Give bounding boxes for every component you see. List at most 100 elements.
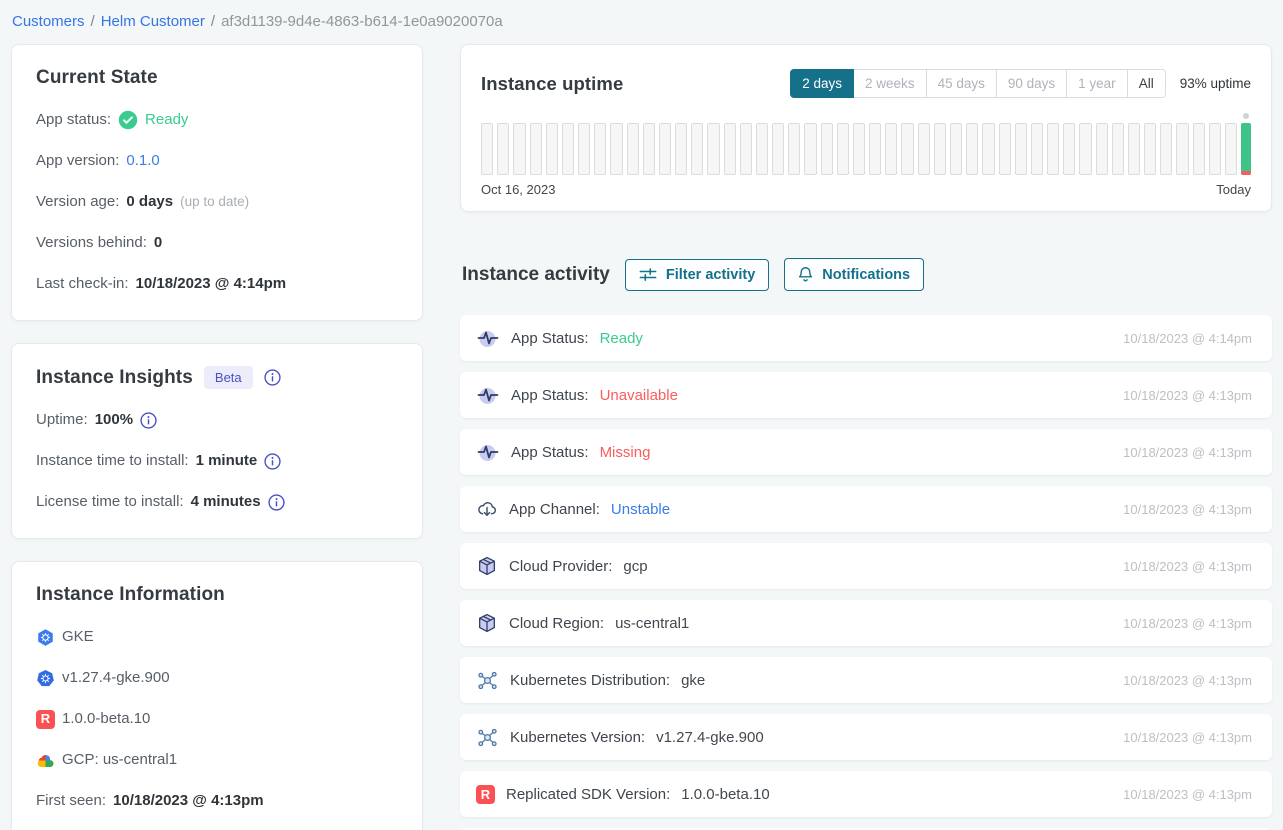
breadcrumb-link-customers[interactable]: Customers bbox=[12, 13, 85, 30]
uptime-bar-no-data[interactable] bbox=[934, 123, 946, 175]
uptime-bar-no-data[interactable] bbox=[853, 123, 865, 175]
uptime-bar-no-data[interactable] bbox=[481, 123, 493, 175]
version-age-value: 0 days bbox=[126, 192, 173, 212]
current-state-card: Current State App status: Ready App vers… bbox=[11, 44, 423, 321]
uptime-bar-no-data[interactable] bbox=[1144, 123, 1156, 175]
uptime-bar-no-data[interactable] bbox=[513, 123, 525, 175]
bell-icon bbox=[798, 266, 813, 283]
check-circle-icon bbox=[118, 110, 138, 130]
uptime-bar-no-data[interactable] bbox=[1047, 123, 1059, 175]
uptime-bar-current[interactable] bbox=[1241, 123, 1251, 175]
first-seen-value: 10/18/2023 @ 4:13pm bbox=[113, 791, 264, 811]
filter-activity-button[interactable]: Filter activity bbox=[625, 259, 769, 291]
uptime-bar-no-data[interactable] bbox=[1209, 123, 1221, 175]
chart-end-label: Today bbox=[1216, 182, 1251, 197]
uptime-bar-no-data[interactable] bbox=[869, 123, 881, 175]
cloud-download-icon bbox=[476, 498, 498, 520]
license-install-value: 4 minutes bbox=[191, 492, 261, 512]
uptime-bar-no-data[interactable] bbox=[724, 123, 736, 175]
uptime-bar-no-data[interactable] bbox=[1063, 123, 1075, 175]
uptime-bar-no-data[interactable] bbox=[530, 123, 542, 175]
uptime-bar-no-data[interactable] bbox=[804, 123, 816, 175]
uptime-bar-no-data[interactable] bbox=[966, 123, 978, 175]
sdk-version-row: R 1.0.0-beta.10 bbox=[36, 709, 398, 729]
uptime-bar-no-data[interactable] bbox=[837, 123, 849, 175]
package-icon bbox=[476, 612, 498, 634]
range-button-45-days[interactable]: 45 days bbox=[927, 69, 997, 98]
uptime-bar-no-data[interactable] bbox=[691, 123, 703, 175]
versions-behind-label: Versions behind: bbox=[36, 233, 147, 253]
activity-row: Kubernetes Distribution: gke 10/18/2023 … bbox=[460, 657, 1272, 703]
uptime-bar-no-data[interactable] bbox=[1079, 123, 1091, 175]
first-seen-label: First seen: bbox=[36, 791, 106, 811]
uptime-bar-no-data[interactable] bbox=[1031, 123, 1043, 175]
info-icon[interactable] bbox=[264, 453, 281, 470]
uptime-bar-no-data[interactable] bbox=[999, 123, 1011, 175]
range-button-2-weeks[interactable]: 2 weeks bbox=[854, 69, 927, 98]
instance-information-card: Instance Information GKE v1.27.4-gke.900… bbox=[11, 561, 423, 830]
uptime-bar-no-data[interactable] bbox=[546, 123, 558, 175]
uptime-bar-no-data[interactable] bbox=[707, 123, 719, 175]
cloud-provider-row: GCP: us-central1 bbox=[36, 750, 398, 770]
uptime-bar-no-data[interactable] bbox=[772, 123, 784, 175]
uptime-bar-no-data[interactable] bbox=[982, 123, 994, 175]
kubernetes-version-row: v1.27.4-gke.900 bbox=[36, 668, 398, 688]
instance-activity-header: Instance activity Filter activity Notifi… bbox=[460, 258, 1272, 291]
uptime-bar-no-data[interactable] bbox=[1225, 123, 1237, 175]
range-button-all[interactable]: All bbox=[1128, 69, 1166, 98]
current-bar-marker-dot bbox=[1243, 113, 1249, 119]
uptime-bar-no-data[interactable] bbox=[756, 123, 768, 175]
activity-row: App Channel: Unstable 10/18/2023 @ 4:13p… bbox=[460, 486, 1272, 532]
info-icon[interactable] bbox=[140, 412, 157, 429]
replicated-icon: R bbox=[476, 785, 495, 804]
app-version-link[interactable]: 0.1.0 bbox=[126, 151, 159, 171]
uptime-bar-no-data[interactable] bbox=[821, 123, 833, 175]
range-button-2-days[interactable]: 2 days bbox=[790, 69, 854, 98]
uptime-bar-no-data[interactable] bbox=[497, 123, 509, 175]
breadcrumb-link-customer[interactable]: Helm Customer bbox=[101, 13, 205, 30]
uptime-bar-no-data[interactable] bbox=[578, 123, 590, 175]
app-status-pulse-icon bbox=[476, 383, 500, 407]
package-icon bbox=[476, 555, 498, 577]
activity-row: Cloud Provider: gcp 10/18/2023 @ 4:13pm bbox=[460, 543, 1272, 589]
uptime-bar-no-data[interactable] bbox=[1128, 123, 1140, 175]
uptime-bar-no-data[interactable] bbox=[740, 123, 752, 175]
uptime-bar-no-data[interactable] bbox=[901, 123, 913, 175]
uptime-bar-no-data[interactable] bbox=[627, 123, 639, 175]
current-state-title: Current State bbox=[36, 67, 398, 89]
uptime-bar-no-data[interactable] bbox=[1193, 123, 1205, 175]
range-button-90-days[interactable]: 90 days bbox=[997, 69, 1067, 98]
uptime-bar-no-data[interactable] bbox=[950, 123, 962, 175]
uptime-bar-no-data[interactable] bbox=[1176, 123, 1188, 175]
filter-sliders-icon bbox=[639, 267, 657, 282]
versions-behind-row: Versions behind: 0 bbox=[36, 233, 398, 253]
uptime-row: Uptime: 100% bbox=[36, 410, 398, 430]
info-icon[interactable] bbox=[268, 494, 285, 511]
activity-row: R Replicated SDK Version: 1.0.0-beta.10 … bbox=[460, 771, 1272, 817]
uptime-bar-no-data[interactable] bbox=[885, 123, 897, 175]
activity-row: Kubernetes Version: v1.27.4-gke.900 10/1… bbox=[460, 714, 1272, 760]
uptime-bar-no-data[interactable] bbox=[675, 123, 687, 175]
last-checkin-label: Last check-in: bbox=[36, 274, 129, 294]
uptime-bar-no-data[interactable] bbox=[788, 123, 800, 175]
cloud-provider-value: GCP: us-central1 bbox=[62, 750, 177, 770]
notifications-button[interactable]: Notifications bbox=[784, 258, 924, 291]
range-button-1-year[interactable]: 1 year bbox=[1067, 69, 1128, 98]
uptime-bar-no-data[interactable] bbox=[1160, 123, 1172, 175]
info-icon[interactable] bbox=[264, 369, 281, 386]
uptime-bar-no-data[interactable] bbox=[1112, 123, 1124, 175]
activity-list: App Status: Ready 10/18/2023 @ 4:14pm Ap… bbox=[460, 315, 1272, 830]
uptime-bar-no-data[interactable] bbox=[1015, 123, 1027, 175]
instance-insights-title: Instance Insights bbox=[36, 367, 193, 389]
uptime-bar-no-data[interactable] bbox=[562, 123, 574, 175]
uptime-bar-no-data[interactable] bbox=[659, 123, 671, 175]
network-icon bbox=[476, 726, 499, 749]
uptime-bar-no-data[interactable] bbox=[594, 123, 606, 175]
uptime-bar-no-data[interactable] bbox=[643, 123, 655, 175]
cluster-distribution-value: GKE bbox=[62, 627, 94, 647]
uptime-bar-no-data[interactable] bbox=[918, 123, 930, 175]
uptime-bar-no-data[interactable] bbox=[1096, 123, 1108, 175]
uptime-chart: Oct 16, 2023 Today bbox=[481, 112, 1251, 197]
uptime-bar-no-data[interactable] bbox=[610, 123, 622, 175]
app-status-label: App status: bbox=[36, 110, 111, 130]
